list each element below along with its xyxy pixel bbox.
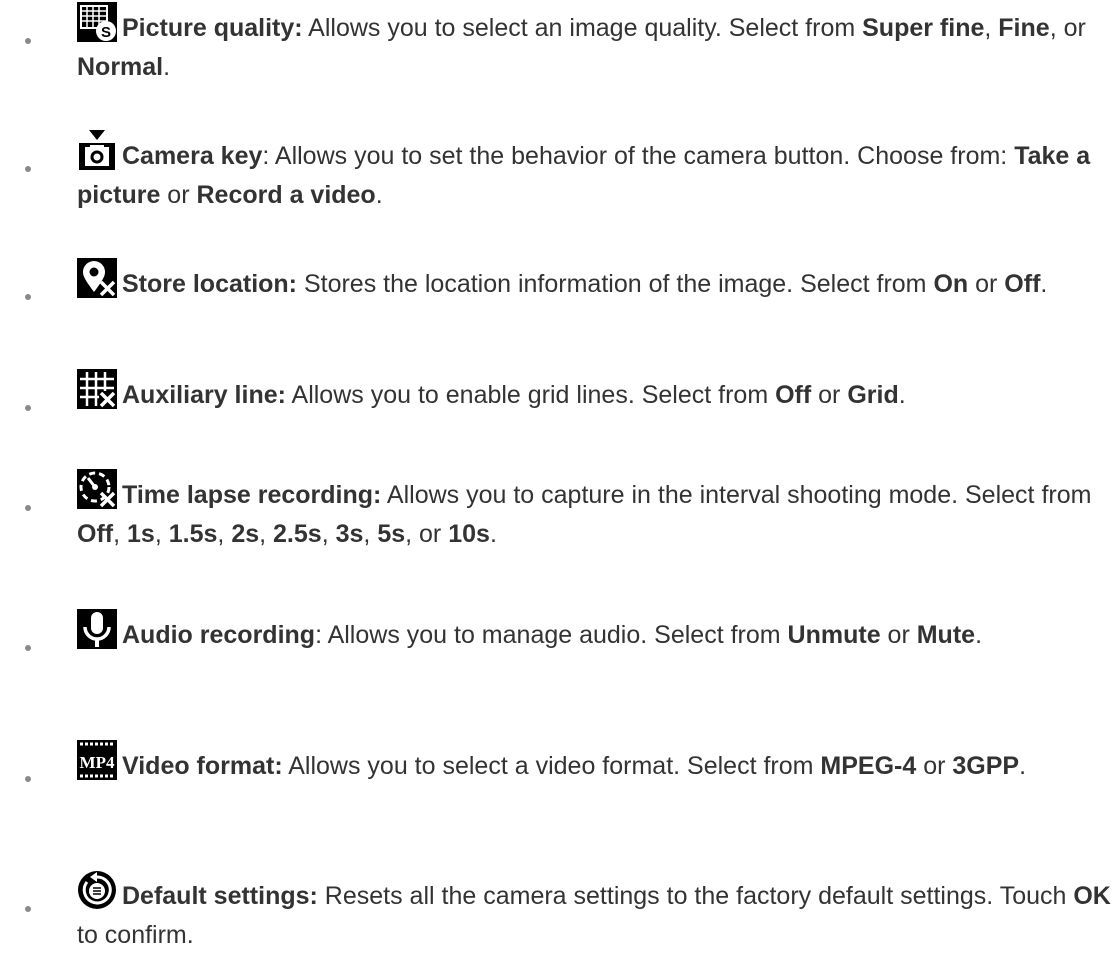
item-text: Default settings: Resets all the camera … — [77, 870, 1112, 955]
item-text: Store location: Stores the location info… — [77, 258, 1112, 304]
bullet-dot — [25, 645, 31, 651]
item-text: Auxiliary line: Allows you to enable gri… — [77, 369, 1112, 415]
item-text: Time lapse recording: Allows you to capt… — [77, 469, 1112, 554]
bullet-dot — [25, 505, 31, 511]
bullet-dot — [25, 906, 31, 912]
item-text: Audio recording: Allows you to manage au… — [77, 609, 1112, 655]
bullet-dot — [25, 405, 31, 411]
item-text: Camera key: Allows you to set the behavi… — [77, 130, 1112, 215]
video-format-icon: MP4 — [77, 740, 117, 780]
svg-text:S: S — [101, 24, 111, 41]
grid-lines-icon — [77, 369, 117, 409]
video-format-icon-text: MP4 — [80, 753, 115, 772]
bullet-dot — [25, 38, 31, 44]
bullet-dot — [25, 166, 31, 172]
item-text: MP4 Video format: Allows you to select a… — [77, 740, 1112, 786]
bullet-dot — [25, 294, 31, 300]
bullet-dot — [25, 776, 31, 782]
reset-settings-icon — [77, 870, 117, 910]
time-lapse-icon — [77, 469, 117, 509]
microphone-icon — [77, 609, 117, 649]
item-text: S Picture quality: Allows you to select … — [77, 2, 1112, 87]
store-location-icon — [77, 258, 117, 298]
picture-quality-icon: S — [77, 2, 117, 42]
camera-key-icon — [77, 130, 117, 170]
